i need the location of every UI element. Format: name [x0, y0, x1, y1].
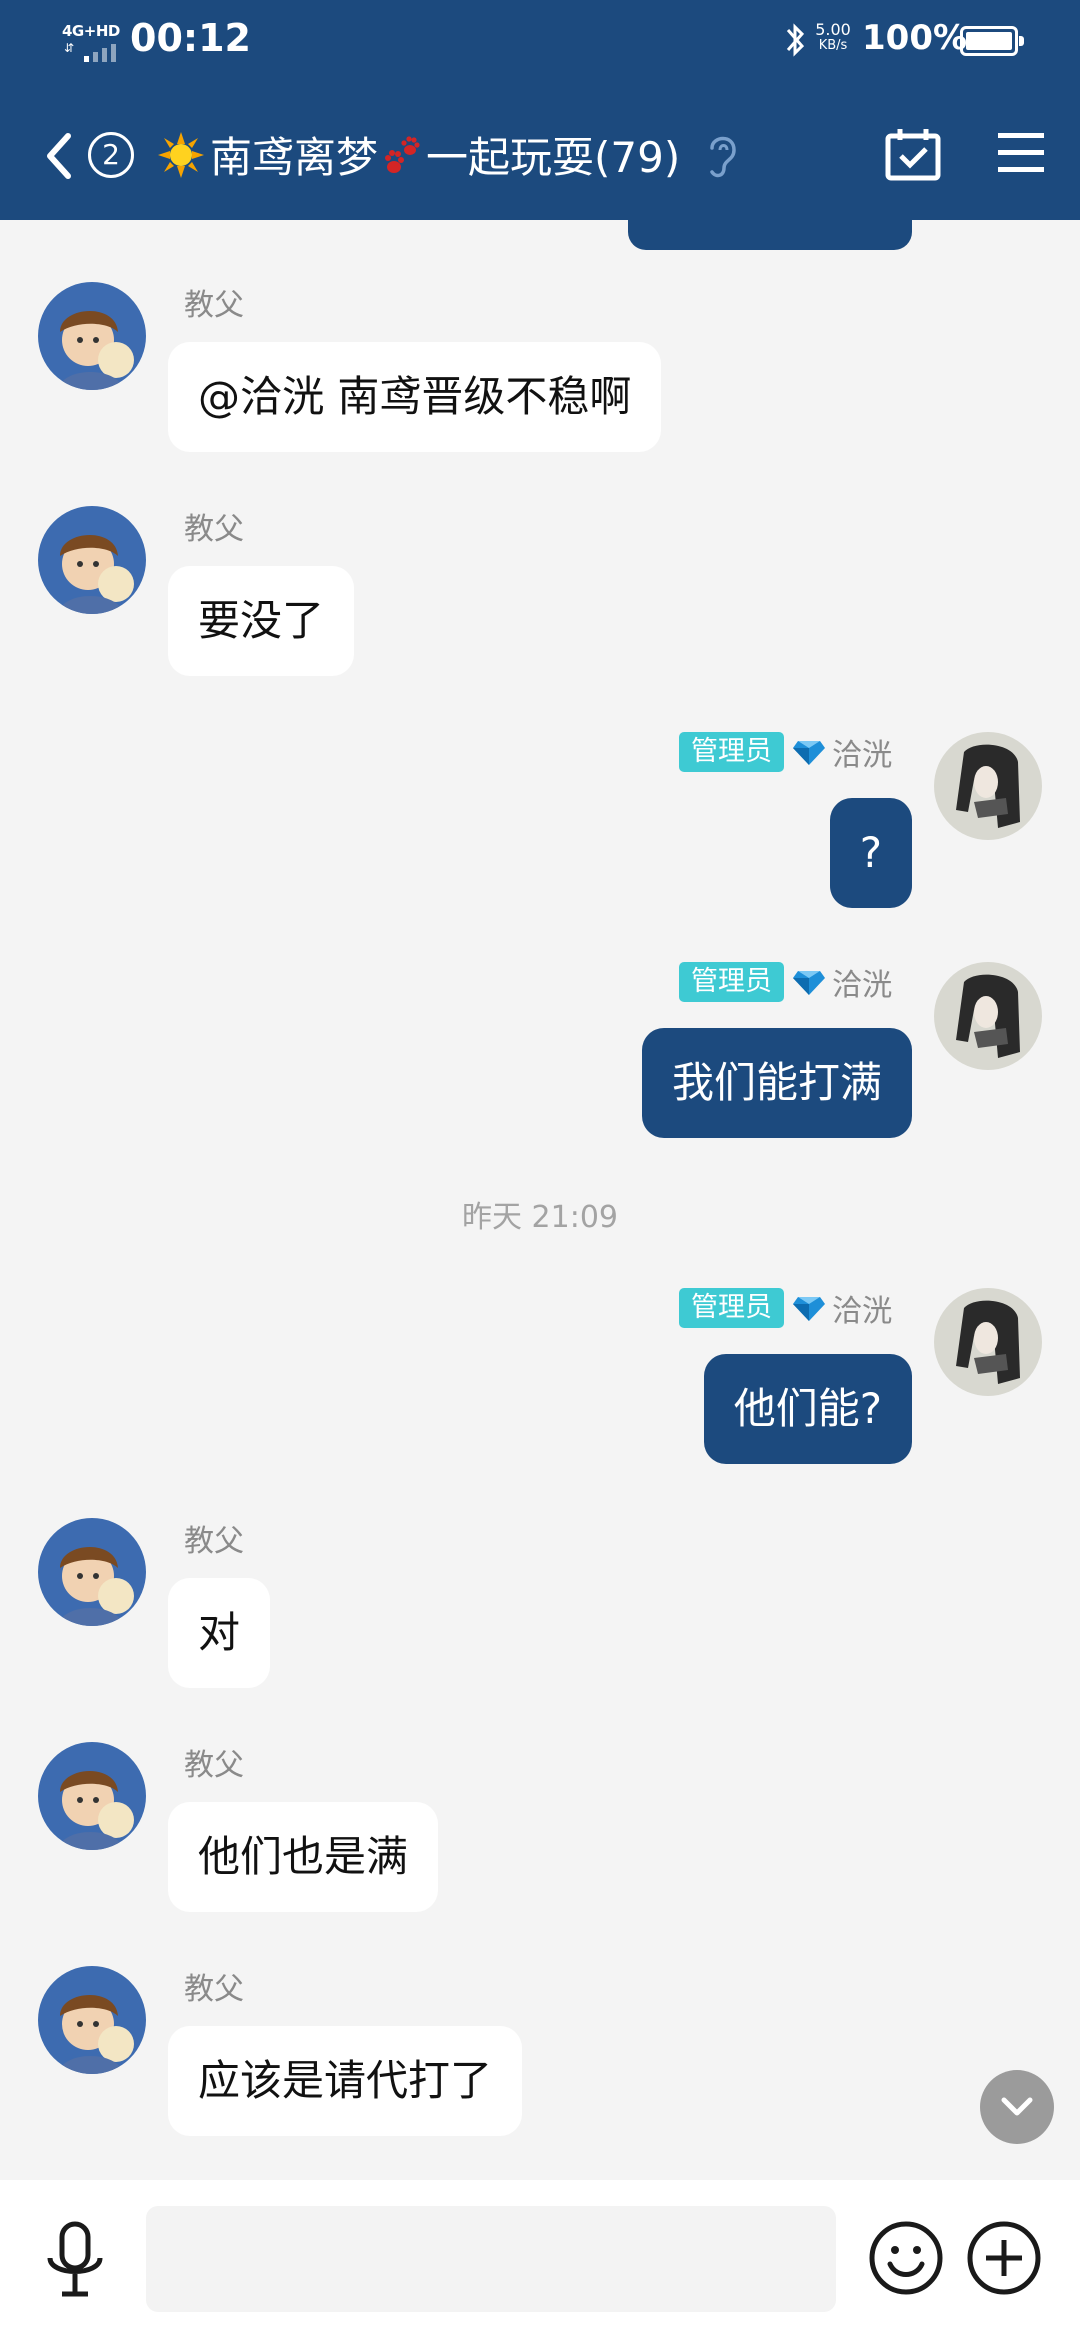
diamond-icon	[793, 971, 825, 995]
message-bubble[interactable]: 他们也是满	[168, 1802, 439, 1912]
battery-percent: 100%	[862, 18, 968, 58]
message-bubble[interactable]: 要没了	[168, 566, 355, 676]
scroll-to-bottom-button[interactable]	[980, 2070, 1054, 2144]
group-name-suffix: 一起玩耍(79)	[426, 133, 681, 182]
avatar[interactable]	[38, 1518, 146, 1626]
chevron-down-icon	[1001, 2097, 1033, 2116]
avatar[interactable]	[38, 1742, 146, 1850]
avatar[interactable]	[934, 962, 1042, 1070]
status-bar: 4G+HD ⇵ 00:12 5.00 KB/s 100%	[0, 0, 1080, 90]
message-bubble[interactable]: ?	[829, 798, 912, 908]
sender-name: 教父	[184, 512, 244, 547]
admin-badge: 管理员	[679, 732, 784, 772]
admin-badge: 管理员	[679, 962, 784, 1002]
message-input[interactable]	[146, 2206, 836, 2312]
diamond-icon	[793, 1297, 825, 1321]
network-indicator: 4G+HD ⇵	[60, 22, 126, 62]
message-bubble[interactable]: 应该是请代打了	[168, 2026, 523, 2136]
ear-icon[interactable]	[702, 130, 742, 182]
sender-name: 洽洸	[832, 738, 892, 773]
message-bubble[interactable]: 我们能打满	[641, 1028, 912, 1138]
message-list[interactable]: 教父 @洽洸 南鸢晋级不稳啊 教父 要没了 管理员 洽洸 ? 管理员 洽洸 我们…	[0, 220, 1080, 2180]
avatar[interactable]	[38, 1966, 146, 2074]
network-type: 4G+HD	[62, 22, 120, 40]
sender-info: 管理员 洽洸	[679, 962, 892, 1003]
app-header: 4G+HD ⇵ 00:12 5.00 KB/s 100% 2 南鸢离梦 一起玩耍…	[0, 0, 1080, 220]
unread-count-badge[interactable]: 2	[88, 132, 134, 178]
timestamp: 昨天 21:09	[462, 1200, 618, 1235]
menu-icon[interactable]	[996, 130, 1046, 176]
network-speed: 5.00 KB/s	[815, 20, 851, 54]
calendar-check-icon[interactable]	[884, 126, 942, 182]
avatar[interactable]	[38, 282, 146, 390]
clock: 00:12	[130, 16, 251, 60]
battery-icon	[960, 26, 1024, 56]
sender-name: 教父	[184, 1972, 244, 2007]
voice-mic-icon[interactable]	[42, 2220, 108, 2300]
paw-emoji-icon	[385, 135, 420, 173]
sender-name: 教父	[184, 288, 244, 323]
avatar[interactable]	[934, 1288, 1042, 1396]
admin-badge: 管理员	[679, 1288, 784, 1328]
message-bubble[interactable]: @洽洸 南鸢晋级不稳啊	[168, 342, 662, 452]
data-arrows-icon: ⇵	[64, 41, 75, 55]
emoji-icon[interactable]	[868, 2220, 944, 2296]
input-bar	[0, 2180, 1080, 2340]
sender-name: 教父	[184, 1748, 244, 1783]
signal-icon	[84, 44, 116, 62]
diamond-icon	[793, 741, 825, 765]
message-bubble-partial[interactable]	[628, 220, 912, 250]
sender-name: 洽洸	[832, 968, 892, 1003]
nav-bar: 2 南鸢离梦 一起玩耍(79)	[0, 110, 1080, 200]
sender-name: 教父	[184, 1524, 244, 1559]
chat-title[interactable]: 南鸢离梦 一起玩耍(79)	[156, 124, 680, 185]
plus-icon[interactable]	[966, 2220, 1042, 2296]
group-name: 南鸢离梦	[210, 133, 379, 182]
back-arrow-icon[interactable]	[40, 128, 80, 184]
message-bubble[interactable]: 他们能?	[703, 1354, 912, 1464]
sender-name: 洽洸	[832, 1294, 892, 1329]
sender-info: 管理员 洽洸	[679, 1288, 892, 1329]
sender-info: 管理员 洽洸	[679, 732, 892, 773]
sun-emoji-icon	[158, 131, 204, 178]
avatar[interactable]	[934, 732, 1042, 840]
avatar[interactable]	[38, 506, 146, 614]
message-bubble[interactable]: 对	[168, 1578, 271, 1688]
bluetooth-icon	[786, 23, 805, 57]
